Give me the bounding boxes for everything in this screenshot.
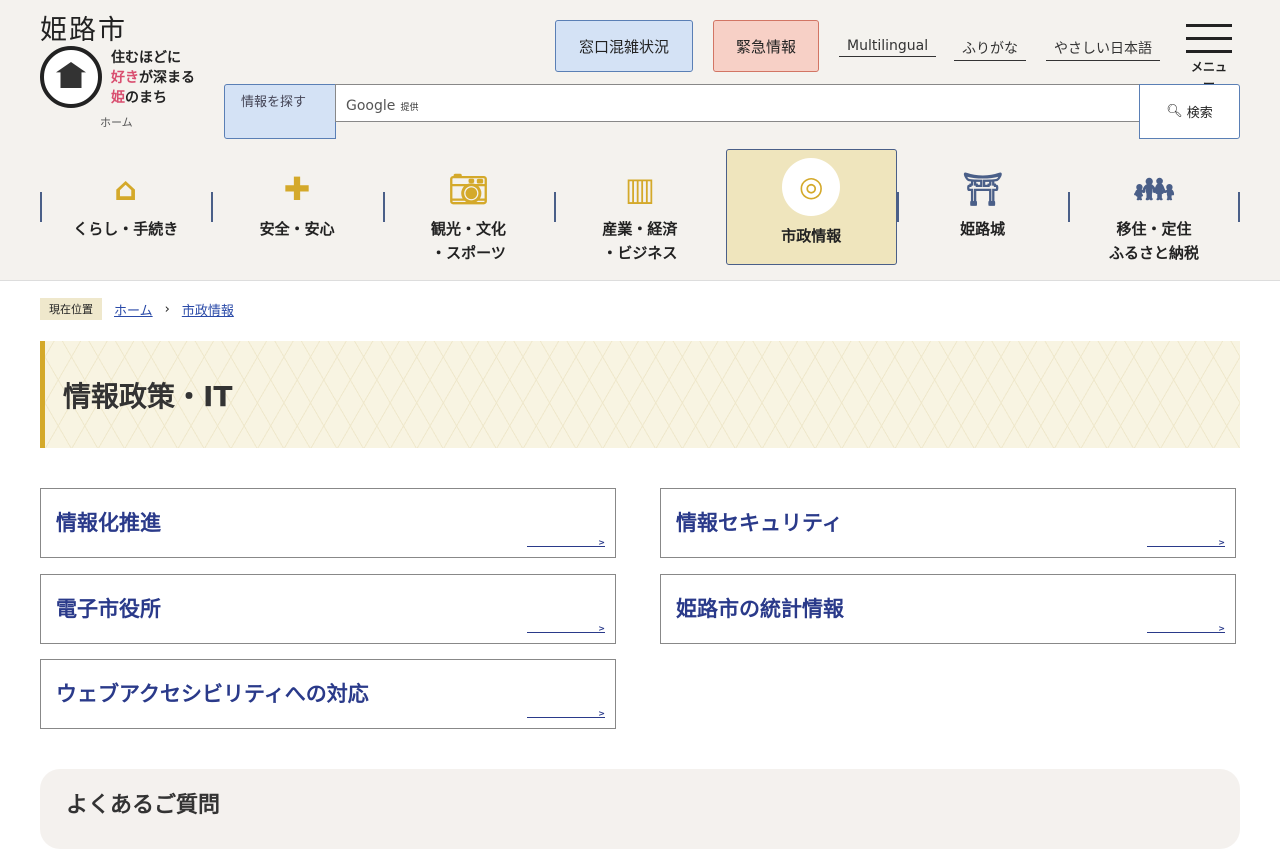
page-title: 情報政策・IT [63,380,233,413]
menu-button[interactable]: メニュー [1186,24,1232,92]
hamburger-icon [1186,24,1232,27]
page-title-band: 情報政策・IT [40,341,1240,448]
category-card[interactable]: 電子市役所 > [40,574,616,644]
building-icon: ▥ [624,170,655,208]
family-icon: 👪︎ [1133,170,1175,208]
city-emblem-icon: ◎ [782,158,841,216]
hamburger-icon [1186,50,1232,53]
faq-section: よくあるご質問 [40,769,1240,849]
tagline-line: 住むほどに [111,50,181,66]
breadcrumb: 現在位置 ホーム › 市政情報 [40,298,234,320]
category-card[interactable]: 情報セキュリティ > [660,488,1236,558]
nav-item-label: 姫路城 [960,220,1006,238]
breadcrumb-home[interactable]: ホーム [114,300,153,319]
nav-item[interactable]: 📷︎ 観光・文化 ・スポーツ [382,149,554,265]
chevron-right-icon: › [164,301,170,317]
breadcrumb-current-label: 現在位置 [40,298,102,320]
hamburger-icon [1186,37,1232,40]
home-link[interactable]: ホーム [100,114,133,130]
arrow-icon: > [527,625,605,633]
search-icon: 🔍︎ [1166,104,1183,119]
site-name[interactable]: 姫路市 [40,8,127,47]
house-icon: ⌂ [114,170,138,208]
breadcrumb-city-info[interactable]: 市政情報 [182,300,234,319]
tagline: 住むほどに 好きが深まる 姫のまち [111,48,195,108]
nav-item[interactable]: ✚ 安全・安心 [211,149,382,265]
nav-item-label: 市政情報 [781,227,842,245]
search-button[interactable]: 🔍︎ 検索 [1139,84,1240,139]
site-header: 姫路市 住むほどに 好きが深まる 姫のまち ホーム 窓口混雑状況 緊急情報 Mu… [0,0,1280,281]
nav-item[interactable]: 👪︎ 移住・定住 ふるさと納税 [1068,149,1241,265]
nav-item[interactable]: ◎ 市政情報 [725,149,897,265]
faq-title: よくあるご質問 [66,793,221,818]
city-logo-icon[interactable] [40,46,102,108]
search-label: 情報を探す [224,84,336,139]
arrow-icon: > [1147,625,1225,633]
crowd-status-button[interactable]: 窓口混雑状況 [555,20,693,72]
nav-item[interactable]: ⛩︎ 姫路城 [896,149,1068,265]
arrow-icon: > [527,539,605,547]
google-label: Google [346,98,396,114]
nav-item[interactable]: ▥ 産業・経済 ・ビジネス [554,149,725,265]
camera-icon: 📷︎ [448,170,489,208]
main-nav: ⌂ くらし・手続き ✚ 安全・安心 📷︎ 観光・文化 ・スポーツ ▥ 産業・経済 ・ビジネス ◎… [40,149,1241,265]
arrow-icon: > [1147,539,1225,547]
cross-icon: ✚ [283,170,311,208]
nav-item-label: くらし・手続き [73,220,179,238]
tagline-pink: 好き [111,70,139,86]
category-card[interactable]: 情報化推進 > [40,488,616,558]
card-label: 電子市役所 [56,597,161,621]
provided-label: 提供 [400,103,419,113]
tagline-pink: 姫 [111,90,125,106]
arrow-icon: > [527,710,605,718]
emergency-info-button[interactable]: 緊急情報 [713,20,819,72]
search-button-label: 検索 [1186,106,1213,121]
castle-icon: ⛩︎ [962,170,1003,208]
card-label: 情報セキュリティ [676,511,843,535]
tagline-text: のまち [125,90,167,106]
tagline-text: が深まる [139,70,195,86]
nav-item-label: 移住・定住 ふるさと納税 [1109,220,1200,262]
card-label: 情報化推進 [56,511,161,535]
easy-japanese-link[interactable]: やさしい日本語 [1046,38,1160,61]
card-label: ウェブアクセシビリティへの対応 [56,682,369,706]
card-label: 姫路市の統計情報 [676,597,844,621]
nav-item[interactable]: ⌂ くらし・手続き [40,149,211,265]
category-card[interactable]: ウェブアクセシビリティへの対応 > [40,659,616,729]
multilingual-link[interactable]: Multilingual [839,38,937,57]
furigana-link[interactable]: ふりがな [954,38,1026,61]
search-input[interactable]: Google 提供 [335,84,1140,122]
nav-item-label: 観光・文化 ・スポーツ [430,220,506,262]
nav-item-label: 産業・経済 ・ビジネス [602,220,678,262]
nav-item-label: 安全・安心 [259,220,335,238]
category-card[interactable]: 姫路市の統計情報 > [660,574,1236,644]
